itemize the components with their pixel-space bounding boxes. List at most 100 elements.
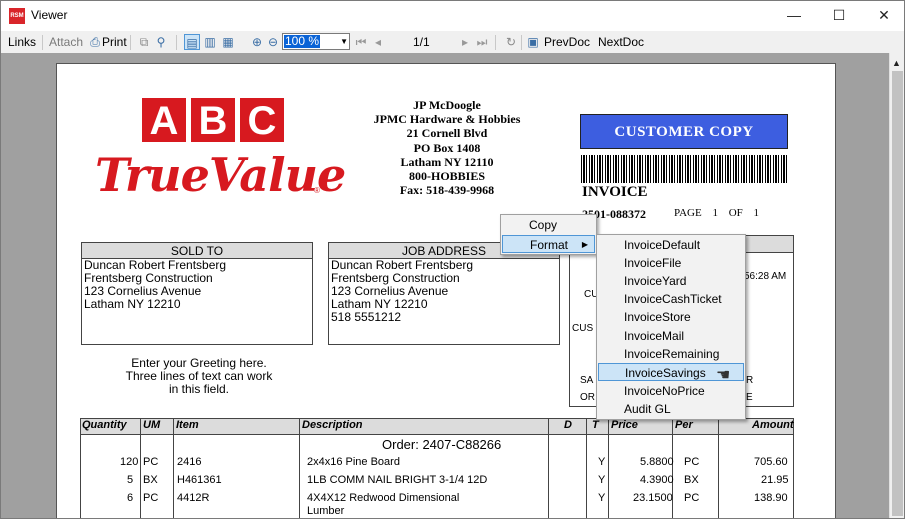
grid-divider	[793, 418, 794, 518]
submenu-item[interactable]: InvoiceYard	[598, 272, 744, 290]
detail-fragment: SA	[580, 375, 594, 386]
company-line: Fax: 518-439-9968	[399, 183, 495, 198]
cell-price: 4.3900	[640, 474, 674, 486]
grid-divider	[608, 418, 609, 518]
greeting-line: in this field.	[168, 382, 230, 396]
cell-per: BX	[684, 474, 699, 486]
page-indicator: 1/1	[413, 35, 430, 49]
zoom-in-icon[interactable]: ⊕	[249, 34, 265, 50]
multi-page-icon[interactable]: ▦	[220, 34, 236, 50]
menu-item-format[interactable]: Format ▶	[502, 235, 595, 253]
grid-divider	[586, 418, 587, 518]
prev-doc-button[interactable]: PrevDoc	[544, 34, 590, 51]
cell-t: Y	[598, 474, 606, 486]
cell-item: 2416	[177, 456, 202, 468]
cell-amount: 138.90	[754, 492, 788, 504]
cell-um: PC	[143, 492, 159, 504]
scroll-thumb[interactable]	[892, 71, 903, 516]
grid-divider	[173, 418, 174, 518]
submenu-item[interactable]: InvoiceStore	[598, 308, 744, 326]
detail-fragment: CUS	[572, 323, 594, 334]
menu-item-copy[interactable]: Copy	[502, 216, 595, 234]
submenu-item[interactable]: InvoiceDefault	[598, 236, 744, 254]
context-menu: Copy Format ▶	[500, 214, 597, 255]
attach-button[interactable]: Attach	[49, 34, 83, 51]
zoom-value: 100 %	[284, 34, 321, 48]
col-amount: Amount	[752, 419, 794, 431]
line-items-grid: Quantity UM Item Description D T Price P…	[80, 418, 794, 518]
cell-amount: 21.95	[761, 474, 789, 486]
toolbar-separator	[42, 35, 43, 50]
close-button[interactable]: ✕	[861, 1, 904, 31]
col-description: Description	[302, 419, 363, 431]
cell-per: PC	[684, 456, 700, 468]
invoice-title: INVOICE	[582, 184, 648, 200]
last-page-icon[interactable]: ⏭	[474, 34, 490, 50]
submenu-item[interactable]: InvoiceCashTicket	[598, 290, 744, 308]
minimize-button[interactable]: —	[771, 1, 817, 31]
cell-desc: 1LB COMM NAIL BRIGHT 3-1/4 12D	[307, 474, 488, 486]
vertical-scrollbar[interactable]: ▲	[889, 53, 904, 518]
cell-t: Y	[598, 456, 606, 468]
zoom-select[interactable]: 100 % ▼	[282, 33, 350, 50]
submenu-item[interactable]: Audit GL	[598, 400, 744, 418]
next-page-icon[interactable]: ▸	[457, 34, 473, 50]
cell-um: PC	[143, 456, 159, 468]
cell-price: 5.8800	[640, 456, 674, 468]
company-line: JP McDoogle	[413, 98, 481, 112]
document-icon: ▣	[527, 35, 539, 49]
cell-per: PC	[684, 492, 700, 504]
detail-fragment: R	[746, 375, 754, 386]
grid-divider	[548, 418, 549, 518]
menu-item-label: Format	[530, 238, 569, 252]
maximize-button[interactable]: ☐	[816, 1, 862, 31]
find-icon[interactable]: ⚲	[153, 34, 169, 50]
first-page-icon[interactable]: ⏮	[353, 34, 369, 50]
grid-divider	[80, 418, 81, 518]
barcode	[581, 155, 787, 183]
address-line: Latham NY 12210	[84, 297, 181, 311]
grid-divider	[140, 418, 141, 518]
company-line: 21 Cornell Blvd	[406, 126, 488, 141]
col-t: T	[592, 419, 599, 431]
next-doc-button[interactable]: NextDoc	[598, 34, 644, 51]
links-button[interactable]: Links	[8, 34, 36, 51]
toolbar-separator	[176, 35, 177, 50]
cell-item: 4412R	[177, 492, 210, 504]
submenu-item[interactable]: InvoiceMail	[598, 327, 744, 345]
hand-cursor-icon: ☚	[716, 367, 731, 384]
submenu-item[interactable]: InvoiceRemaining	[598, 345, 744, 363]
detail-fragment: E	[746, 392, 753, 403]
title-bar: RSM Viewer — ☐ ✕	[1, 1, 904, 31]
print-button[interactable]: Print	[102, 34, 127, 51]
order-label: Order: 2407-C88266	[382, 437, 502, 452]
logo-letter: A	[142, 98, 186, 143]
page-width-icon[interactable]: ▥	[202, 34, 218, 50]
logo-letter: C	[240, 98, 284, 143]
invoice-time: 56:28 AM	[744, 271, 787, 282]
window-title: Viewer	[31, 8, 68, 22]
cell-desc: 4X4X12 Redwood Dimensional	[307, 492, 460, 504]
company-line: JPMC Hardware & Hobbies	[373, 112, 521, 127]
scroll-up-icon[interactable]: ▲	[892, 58, 901, 68]
sold-to-box: SOLD TO Duncan Robert Frentsberg Frentsb…	[81, 242, 313, 345]
registered-mark: ®	[314, 186, 320, 195]
address-line: 518 5551212	[331, 310, 402, 324]
prev-page-icon[interactable]: ◂	[370, 34, 386, 50]
page-label: PAGE 1 OF 1	[674, 207, 760, 219]
cell-qty: 5	[127, 474, 134, 486]
copy-icon[interactable]: ⧉	[136, 34, 152, 50]
toolbar-separator	[521, 35, 522, 50]
document-viewport[interactable]: A B C TrueValue ® JP McDoogle JPMC Hardw…	[1, 53, 889, 518]
col-d: D	[564, 419, 572, 431]
submenu-item[interactable]: InvoiceFile	[598, 254, 744, 272]
toolbar: Links Attach ⎙ Print ⧉ ⚲ ▤ ▥ ▦ ⊕ ⊖ 100 %…	[1, 31, 904, 53]
grid-divider	[299, 418, 300, 518]
col-per: Per	[675, 419, 693, 431]
cell-um: BX	[143, 474, 158, 486]
col-quantity: Quantity	[82, 419, 127, 431]
single-page-icon[interactable]: ▤	[184, 34, 200, 50]
zoom-out-icon[interactable]: ⊖	[265, 34, 281, 50]
detail-fragment: OR	[580, 392, 595, 403]
refresh-icon[interactable]: ↻	[503, 34, 519, 50]
